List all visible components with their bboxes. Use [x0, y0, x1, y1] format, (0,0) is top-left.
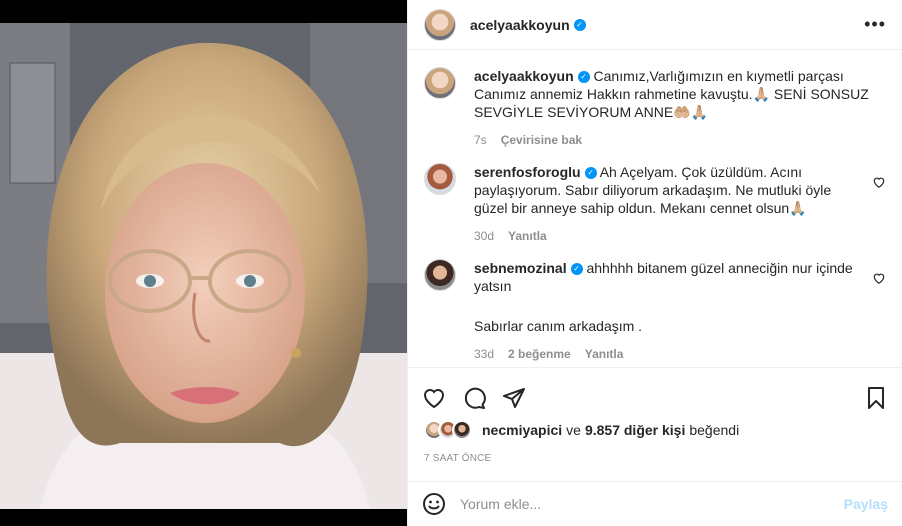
verified-badge-icon: ✓	[570, 263, 583, 276]
post-photo[interactable]	[0, 23, 407, 509]
translate-link[interactable]: Çevirisine bak	[501, 131, 582, 149]
add-comment-bar: Paylaş	[408, 481, 902, 526]
reply-button[interactable]: Yanıtla	[585, 345, 624, 363]
post-sidebar: acelyaakkoyun ✓ ••• acelyaakkoyun ✓ Canım…	[407, 0, 902, 526]
caption-time[interactable]: 7s	[474, 131, 487, 149]
photo-pane	[0, 0, 407, 526]
caption-body: acelyaakkoyun ✓ Canımız,Varlığımızın en k…	[474, 67, 886, 149]
bookmark-icon[interactable]	[864, 386, 888, 410]
heart-icon[interactable]	[422, 386, 446, 410]
more-options-icon[interactable]: •••	[864, 14, 886, 35]
comment-row: sebnemozinal ✓ ahhhhh bitanem güzel annec…	[424, 259, 886, 363]
comment-meta: 30d Yanıtla	[474, 227, 864, 245]
comment-icon[interactable]	[462, 386, 486, 410]
reply-button[interactable]: Yanıtla	[508, 227, 547, 245]
comment-meta: 33d 2 beğenme Yanıtla	[474, 345, 864, 363]
post-timestamp[interactable]: 7 SAAT ÖNCE	[424, 453, 491, 464]
verified-badge-icon: ✓	[577, 71, 590, 84]
comment-row: serenfosforoglu ✓ Ah Açelyam. Çok üzüldüm…	[424, 163, 886, 245]
likes-suffix: beğendi	[689, 422, 740, 438]
action-bar	[408, 367, 902, 417]
comment-body: sebnemozinal ✓ ahhhhh bitanem güzel annec…	[474, 259, 864, 363]
emoji-icon[interactable]	[422, 492, 446, 516]
comment-body: serenfosforoglu ✓ Ah Açelyam. Çok üzüldüm…	[474, 163, 864, 245]
comment-like-heart-icon[interactable]	[872, 175, 886, 189]
verified-badge-icon: ✓	[573, 18, 586, 31]
comment-text-extra: Sabırlar canım arkadaşım .	[474, 318, 643, 334]
caption-row: acelyaakkoyun ✓ Canımız,Varlığımızın en k…	[424, 67, 886, 149]
verified-badge-icon: ✓	[584, 167, 597, 180]
share-icon[interactable]	[502, 386, 526, 410]
post-header: acelyaakkoyun ✓ •••	[408, 0, 902, 50]
caption-username[interactable]: acelyaakkoyun	[474, 68, 574, 84]
comments-list[interactable]: acelyaakkoyun ✓ Canımız,Varlığımızın en k…	[408, 51, 902, 367]
avatar[interactable]	[424, 67, 456, 99]
post-comment-button[interactable]: Paylaş	[844, 496, 888, 512]
liker-username[interactable]: necmiyapici	[482, 422, 562, 438]
comment-likes[interactable]: 2 beğenme	[508, 345, 571, 363]
likes-count[interactable]: 9.857 diğer kişi	[585, 422, 685, 438]
avatar[interactable]	[424, 259, 456, 291]
avatar[interactable]	[424, 163, 456, 195]
portrait-illustration	[0, 23, 407, 509]
comment-time[interactable]: 33d	[474, 345, 494, 363]
header-username[interactable]: acelyaakkoyun	[470, 17, 570, 33]
avatar[interactable]	[424, 8, 456, 41]
likes-summary: necmiyapici ve 9.857 diğer kişi beğendi	[424, 420, 739, 440]
caption-meta: 7s Çevirisine bak	[474, 131, 886, 149]
post-modal: acelyaakkoyun ✓ ••• acelyaakkoyun ✓ Canım…	[0, 0, 902, 526]
comment-username[interactable]: serenfosforoglu	[474, 164, 581, 180]
comment-time[interactable]: 30d	[474, 227, 494, 245]
comment-like-heart-icon[interactable]	[872, 271, 886, 285]
likes-and: ve	[566, 422, 581, 438]
comment-input[interactable]	[460, 496, 844, 512]
liker-avatars	[424, 420, 472, 440]
comment-username[interactable]: sebnemozinal	[474, 260, 567, 276]
avatar[interactable]	[452, 420, 472, 440]
